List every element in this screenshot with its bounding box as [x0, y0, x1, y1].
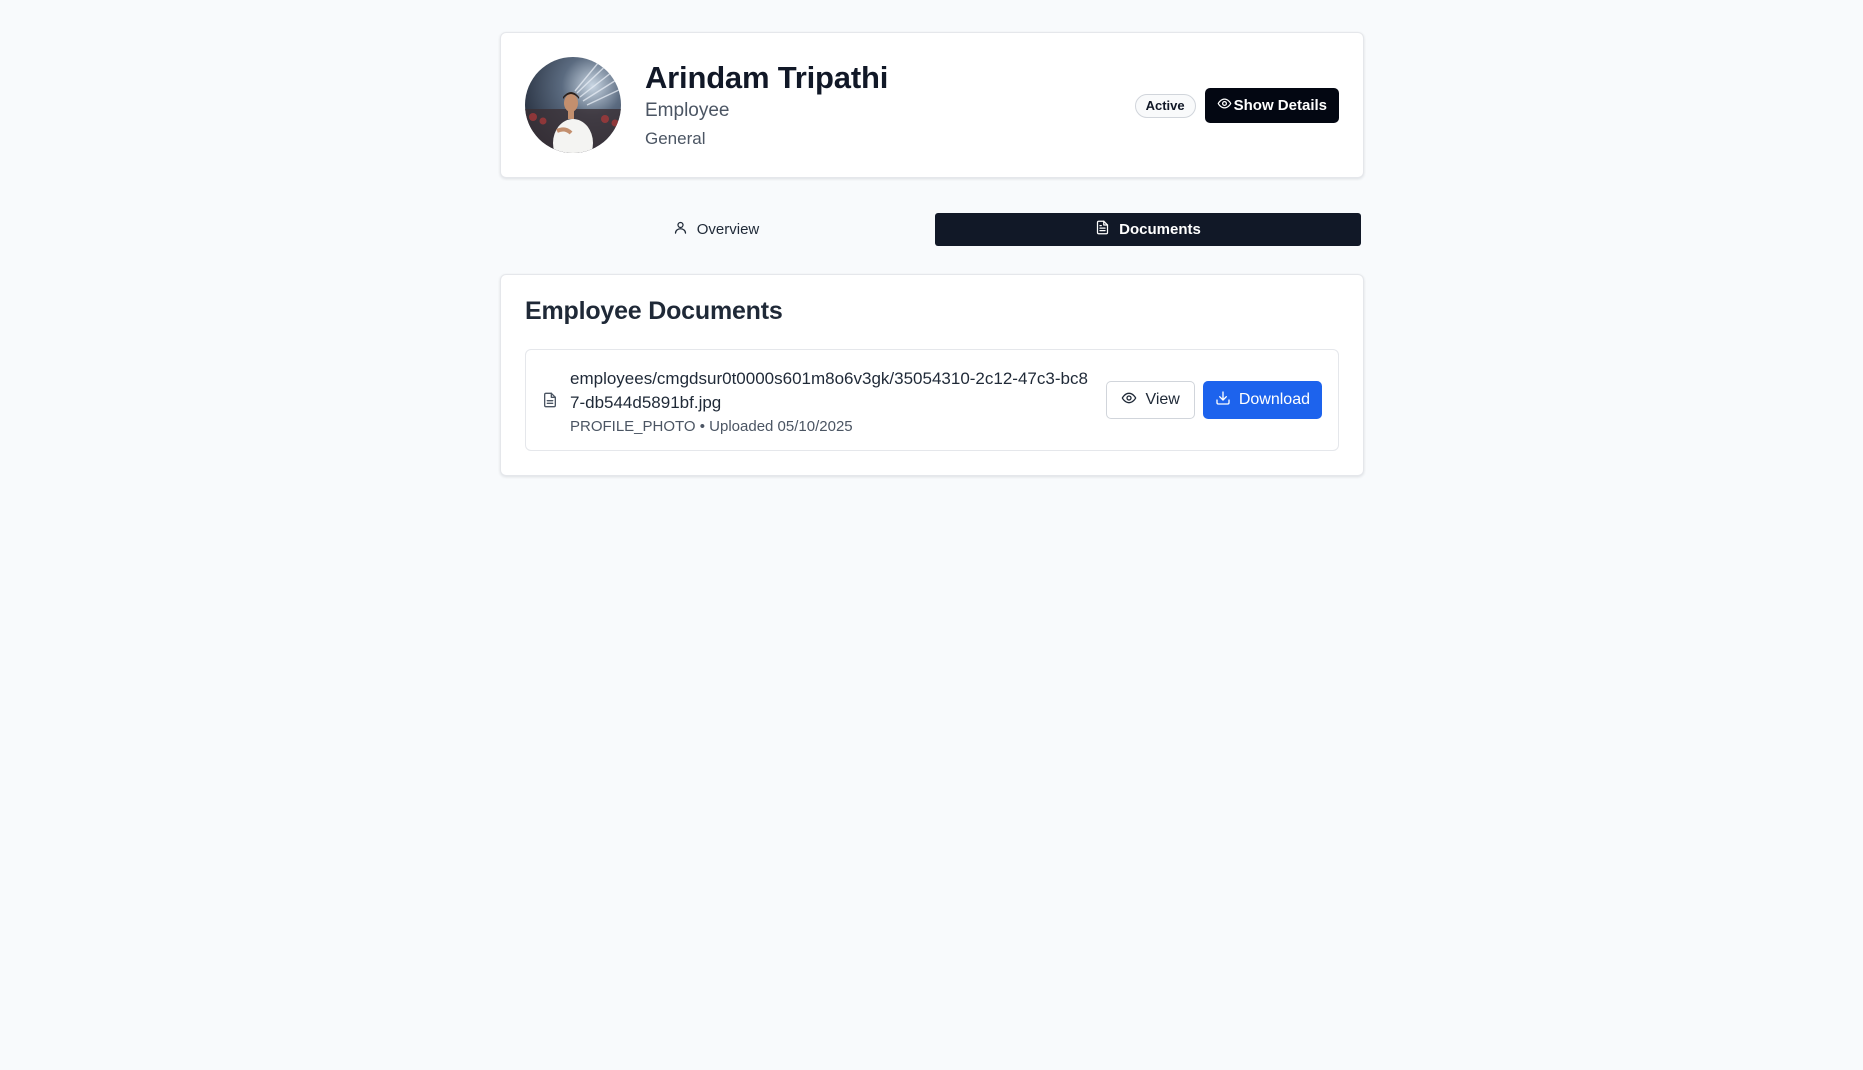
eye-icon — [1121, 390, 1137, 411]
document-name: employees/cmgdsur0t0000s601m8o6v3gk/3505… — [570, 369, 1088, 412]
profile-info: Arindam Tripathi Employee General — [645, 59, 888, 150]
document-meta: PROFILE_PHOTO • Uploaded 05/10/2025 — [570, 418, 853, 435]
avatar-photo — [525, 57, 621, 153]
documents-title: Employee Documents — [525, 297, 783, 325]
file-text-icon — [1095, 220, 1110, 239]
avatar — [525, 57, 621, 153]
tab-bar: Overview Documents — [500, 213, 1364, 246]
document-item: employees/cmgdsur0t0000s601m8o6v3gk/3505… — [525, 349, 1339, 451]
document-actions: View Download — [1106, 381, 1322, 419]
tab-overview[interactable]: Overview — [503, 213, 929, 246]
document-info: employees/cmgdsur0t0000s601m8o6v3gk/3505… — [570, 367, 1090, 436]
download-icon — [1215, 390, 1231, 411]
documents-card: Employee Documents employees/cmgdsur0t00… — [500, 274, 1364, 476]
tab-documents[interactable]: Documents — [935, 213, 1361, 246]
view-label: View — [1145, 391, 1180, 408]
tab-overview-label: Overview — [696, 221, 760, 238]
show-details-button[interactable]: Show Details — [1204, 88, 1339, 123]
file-icon — [542, 392, 558, 408]
profile-actions: Active Show Details — [1134, 88, 1339, 123]
profile-card: Arindam Tripathi Employee General Active… — [500, 32, 1364, 178]
employee-role: Employee — [645, 100, 730, 122]
status-badge: Active — [1134, 93, 1196, 118]
page-container: Arindam Tripathi Employee General Active… — [500, 32, 1364, 476]
user-icon — [673, 220, 688, 239]
view-button[interactable]: View — [1106, 381, 1195, 419]
tab-documents-label: Documents — [1119, 221, 1201, 238]
employee-name: Arindam Tripathi — [645, 60, 889, 95]
download-label: Download — [1238, 391, 1310, 408]
download-button[interactable]: Download — [1202, 381, 1322, 419]
employee-department: General — [645, 128, 706, 148]
eye-icon — [1217, 96, 1232, 115]
show-details-label: Show Details — [1233, 97, 1327, 114]
